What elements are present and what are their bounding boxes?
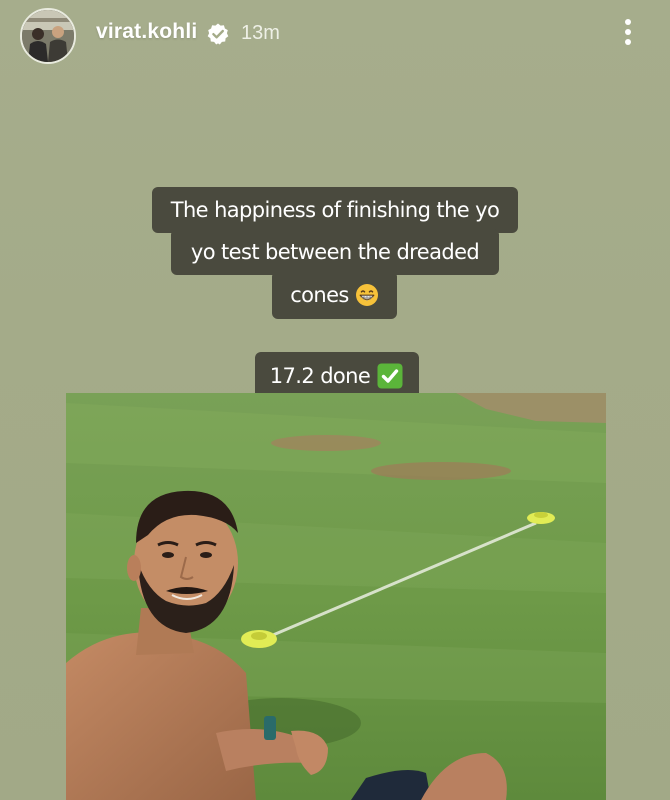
more-vertical-icon bbox=[617, 19, 639, 45]
story-header: virat.kohli 13m bbox=[0, 0, 670, 70]
username[interactable]: virat.kohli bbox=[96, 20, 197, 44]
grinning-face-icon bbox=[355, 284, 378, 306]
selfie-field-image bbox=[66, 393, 606, 800]
score-text: 17.2 done bbox=[269, 363, 371, 388]
avatar[interactable] bbox=[20, 8, 76, 64]
check-mark-button-icon bbox=[377, 363, 403, 389]
caption-line-3: cones bbox=[272, 271, 397, 319]
caption-line-1: The happiness of finishing the yo bbox=[152, 187, 518, 233]
story-photo bbox=[66, 393, 606, 800]
caption-line-2: yo test between the dreaded bbox=[171, 229, 499, 275]
caption-text: yo test between the dreaded bbox=[190, 239, 480, 264]
story-timestamp: 13m bbox=[241, 22, 280, 44]
story-view[interactable]: virat.kohli 13m The happiness of finishi… bbox=[0, 0, 670, 800]
caption-text: The happiness of finishing the yo bbox=[170, 197, 500, 222]
avatar-image bbox=[22, 10, 74, 62]
more-options-button[interactable] bbox=[617, 16, 639, 52]
caption-text: cones bbox=[290, 282, 349, 307]
verified-badge-icon bbox=[207, 23, 229, 45]
